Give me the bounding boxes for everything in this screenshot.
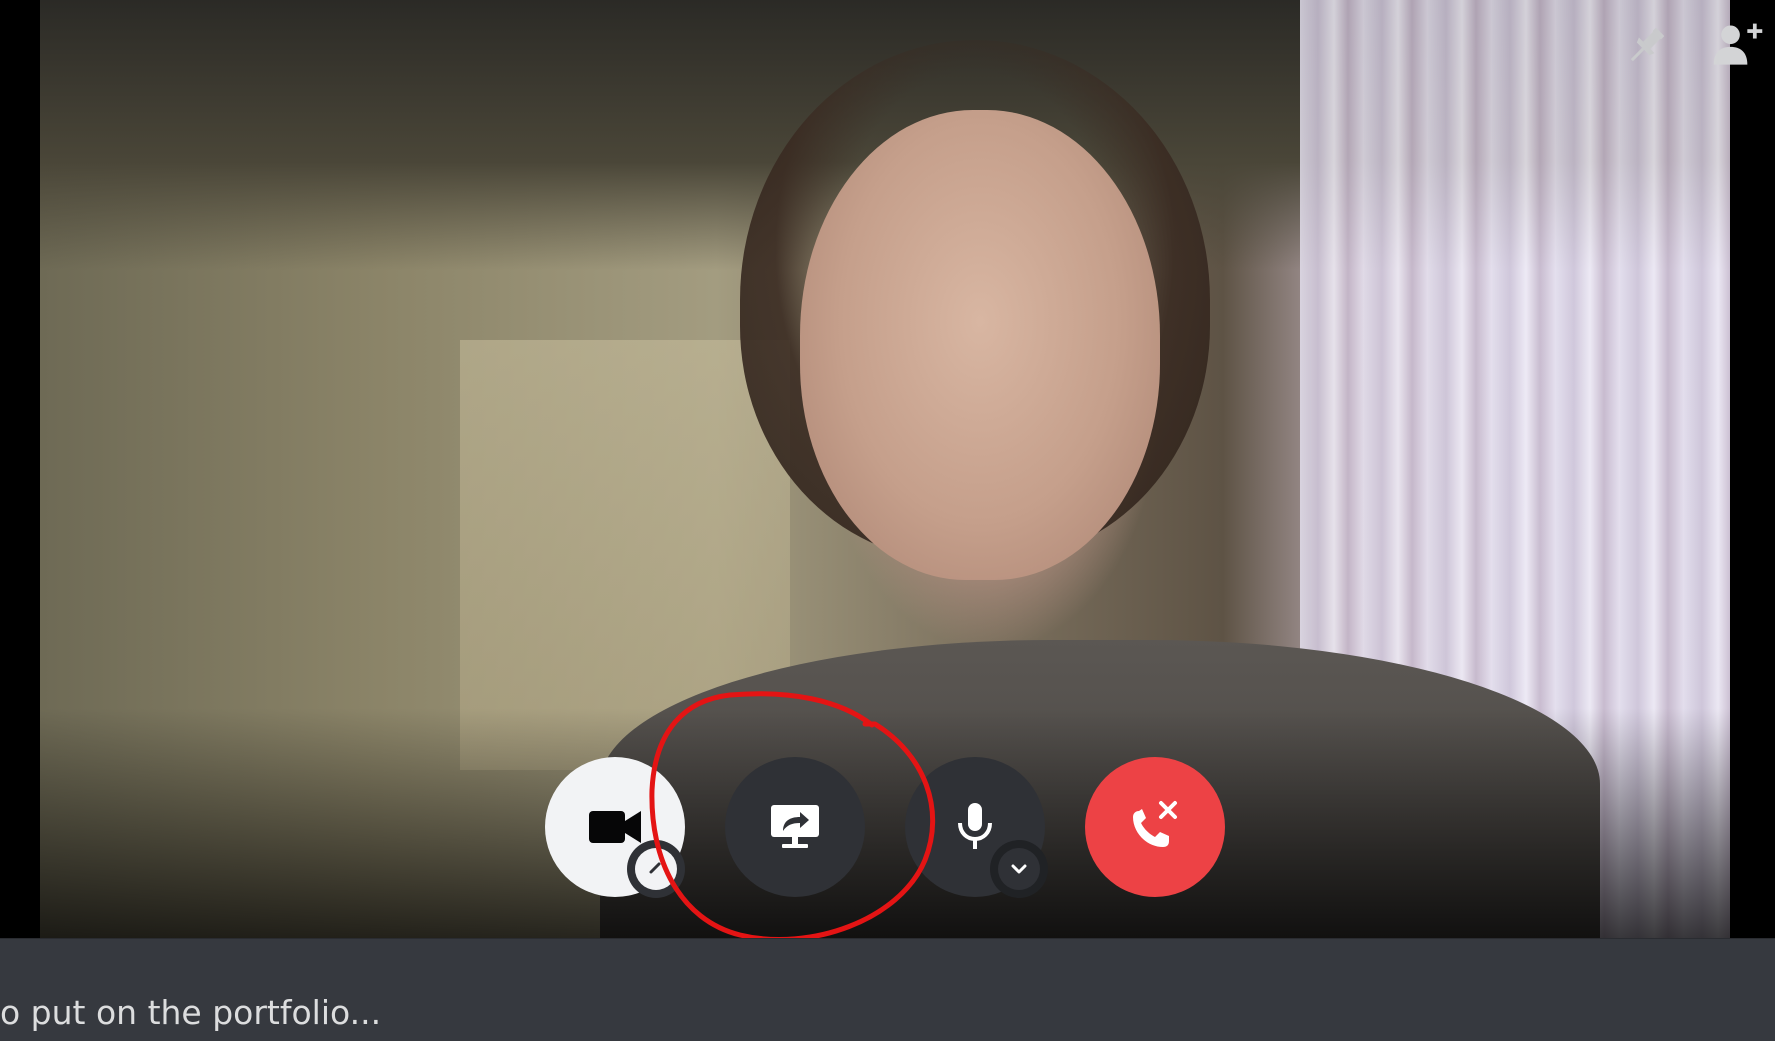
participant-face (800, 110, 1160, 580)
chevron-down-icon (1011, 864, 1027, 874)
screen-share-icon (771, 805, 819, 848)
chevron-icon (649, 862, 661, 874)
hang-up-icon (1133, 801, 1177, 847)
chat-bar: o put on the portfolio... (0, 938, 1775, 1041)
message-preview: o put on the portfolio... (0, 993, 382, 1032)
pin-icon[interactable] (1618, 18, 1674, 74)
microphone-options-button[interactable] (990, 840, 1048, 898)
video-camera-icon (589, 811, 641, 843)
screen-share-button[interactable] (725, 757, 865, 897)
call-stage (0, 0, 1775, 938)
call-controls (0, 757, 1775, 898)
add-user-icon[interactable] (1710, 18, 1766, 74)
camera-options-button[interactable] (627, 840, 685, 898)
leave-call-button[interactable] (1085, 757, 1225, 897)
microphone-icon (958, 803, 992, 849)
